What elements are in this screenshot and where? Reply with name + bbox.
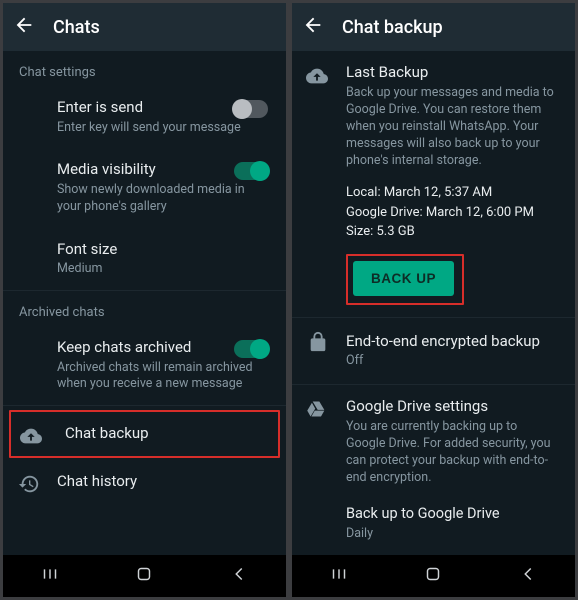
row-media-visibility[interactable]: Media visibility Show newly downloaded m… — [3, 148, 286, 227]
last-backup-block: Last Backup Back up your messages and me… — [292, 51, 575, 317]
appbar-title: Chats — [53, 17, 100, 38]
last-backup-title: Last Backup — [346, 63, 559, 81]
backup-button[interactable]: BACK UP — [353, 261, 454, 296]
section-chat-settings: Chat settings — [3, 51, 286, 86]
e2e-title: End-to-end encrypted backup — [346, 332, 551, 352]
font-size-sub: Medium — [57, 261, 262, 278]
lock-icon — [306, 330, 330, 354]
font-size-title: Font size — [57, 240, 262, 260]
backup-status: Local: March 12, 5:37 AM Google Drive: M… — [346, 183, 559, 242]
backup-local: Local: March 12, 5:37 AM — [346, 183, 559, 203]
android-nav-bar — [292, 555, 575, 597]
media-visibility-title: Media visibility — [57, 160, 262, 180]
enter-is-send-sub: Enter key will send your message — [57, 120, 262, 137]
last-backup-desc: Back up your messages and media to Googl… — [346, 85, 559, 169]
nav-recent-icon[interactable] — [328, 563, 350, 589]
back-icon[interactable] — [302, 14, 324, 40]
section-archived-chats: Archived chats — [3, 291, 286, 326]
nav-recent-icon[interactable] — [39, 563, 61, 589]
nav-back-icon[interactable] — [228, 563, 250, 589]
row-chat-backup[interactable]: Chat backup — [9, 410, 280, 458]
back-icon[interactable] — [13, 14, 35, 40]
row-e2e-backup[interactable]: End-to-end encrypted backup Off — [292, 318, 575, 384]
google-drive-settings-block: Google Drive settings You are currently … — [292, 385, 575, 497]
freq-sub: Daily — [346, 526, 559, 543]
row-chat-history[interactable]: Chat history — [3, 460, 286, 504]
row-font-size[interactable]: Font size Medium — [3, 228, 286, 290]
gd-desc: You are currently backing up to Google D… — [346, 419, 559, 487]
appbar: Chats — [3, 3, 286, 51]
enter-is-send-toggle[interactable] — [234, 100, 268, 118]
backup-drive: Google Drive: March 12, 6:00 PM — [346, 203, 559, 223]
media-visibility-toggle[interactable] — [234, 162, 268, 180]
backup-size: Size: 5.3 GB — [346, 222, 559, 242]
chat-history-label: Chat history — [57, 472, 262, 492]
nav-home-icon[interactable] — [133, 563, 155, 589]
android-nav-bar — [3, 555, 286, 597]
freq-title: Back up to Google Drive — [346, 505, 559, 524]
gd-title: Google Drive settings — [346, 397, 559, 415]
chats-settings-screen: Chats Chat settings Enter is send Enter … — [3, 3, 286, 597]
cloud-upload-icon — [306, 65, 330, 89]
divider — [3, 405, 286, 406]
media-visibility-sub: Show newly downloaded media in your phon… — [57, 182, 262, 216]
row-enter-is-send[interactable]: Enter is send Enter key will send your m… — [3, 86, 286, 148]
row-backup-frequency[interactable]: Back up to Google Drive Daily — [292, 497, 575, 551]
appbar-title: Chat backup — [342, 17, 443, 38]
backup-button-highlight: BACK UP — [346, 254, 464, 305]
cloud-upload-icon — [19, 424, 43, 448]
e2e-sub: Off — [346, 353, 551, 370]
row-keep-archived[interactable]: Keep chats archived Archived chats will … — [3, 326, 286, 405]
nav-home-icon[interactable] — [422, 563, 444, 589]
history-icon — [17, 472, 41, 496]
keep-archived-title: Keep chats archived — [57, 338, 262, 358]
keep-archived-sub: Archived chats will remain archived when… — [57, 360, 262, 394]
google-drive-icon — [306, 399, 330, 423]
chat-backup-screen: Chat backup Last Backup Back up your mes… — [292, 3, 575, 597]
appbar: Chat backup — [292, 3, 575, 51]
keep-archived-toggle[interactable] — [234, 340, 268, 358]
nav-back-icon[interactable] — [517, 563, 539, 589]
chat-backup-label: Chat backup — [65, 424, 254, 444]
